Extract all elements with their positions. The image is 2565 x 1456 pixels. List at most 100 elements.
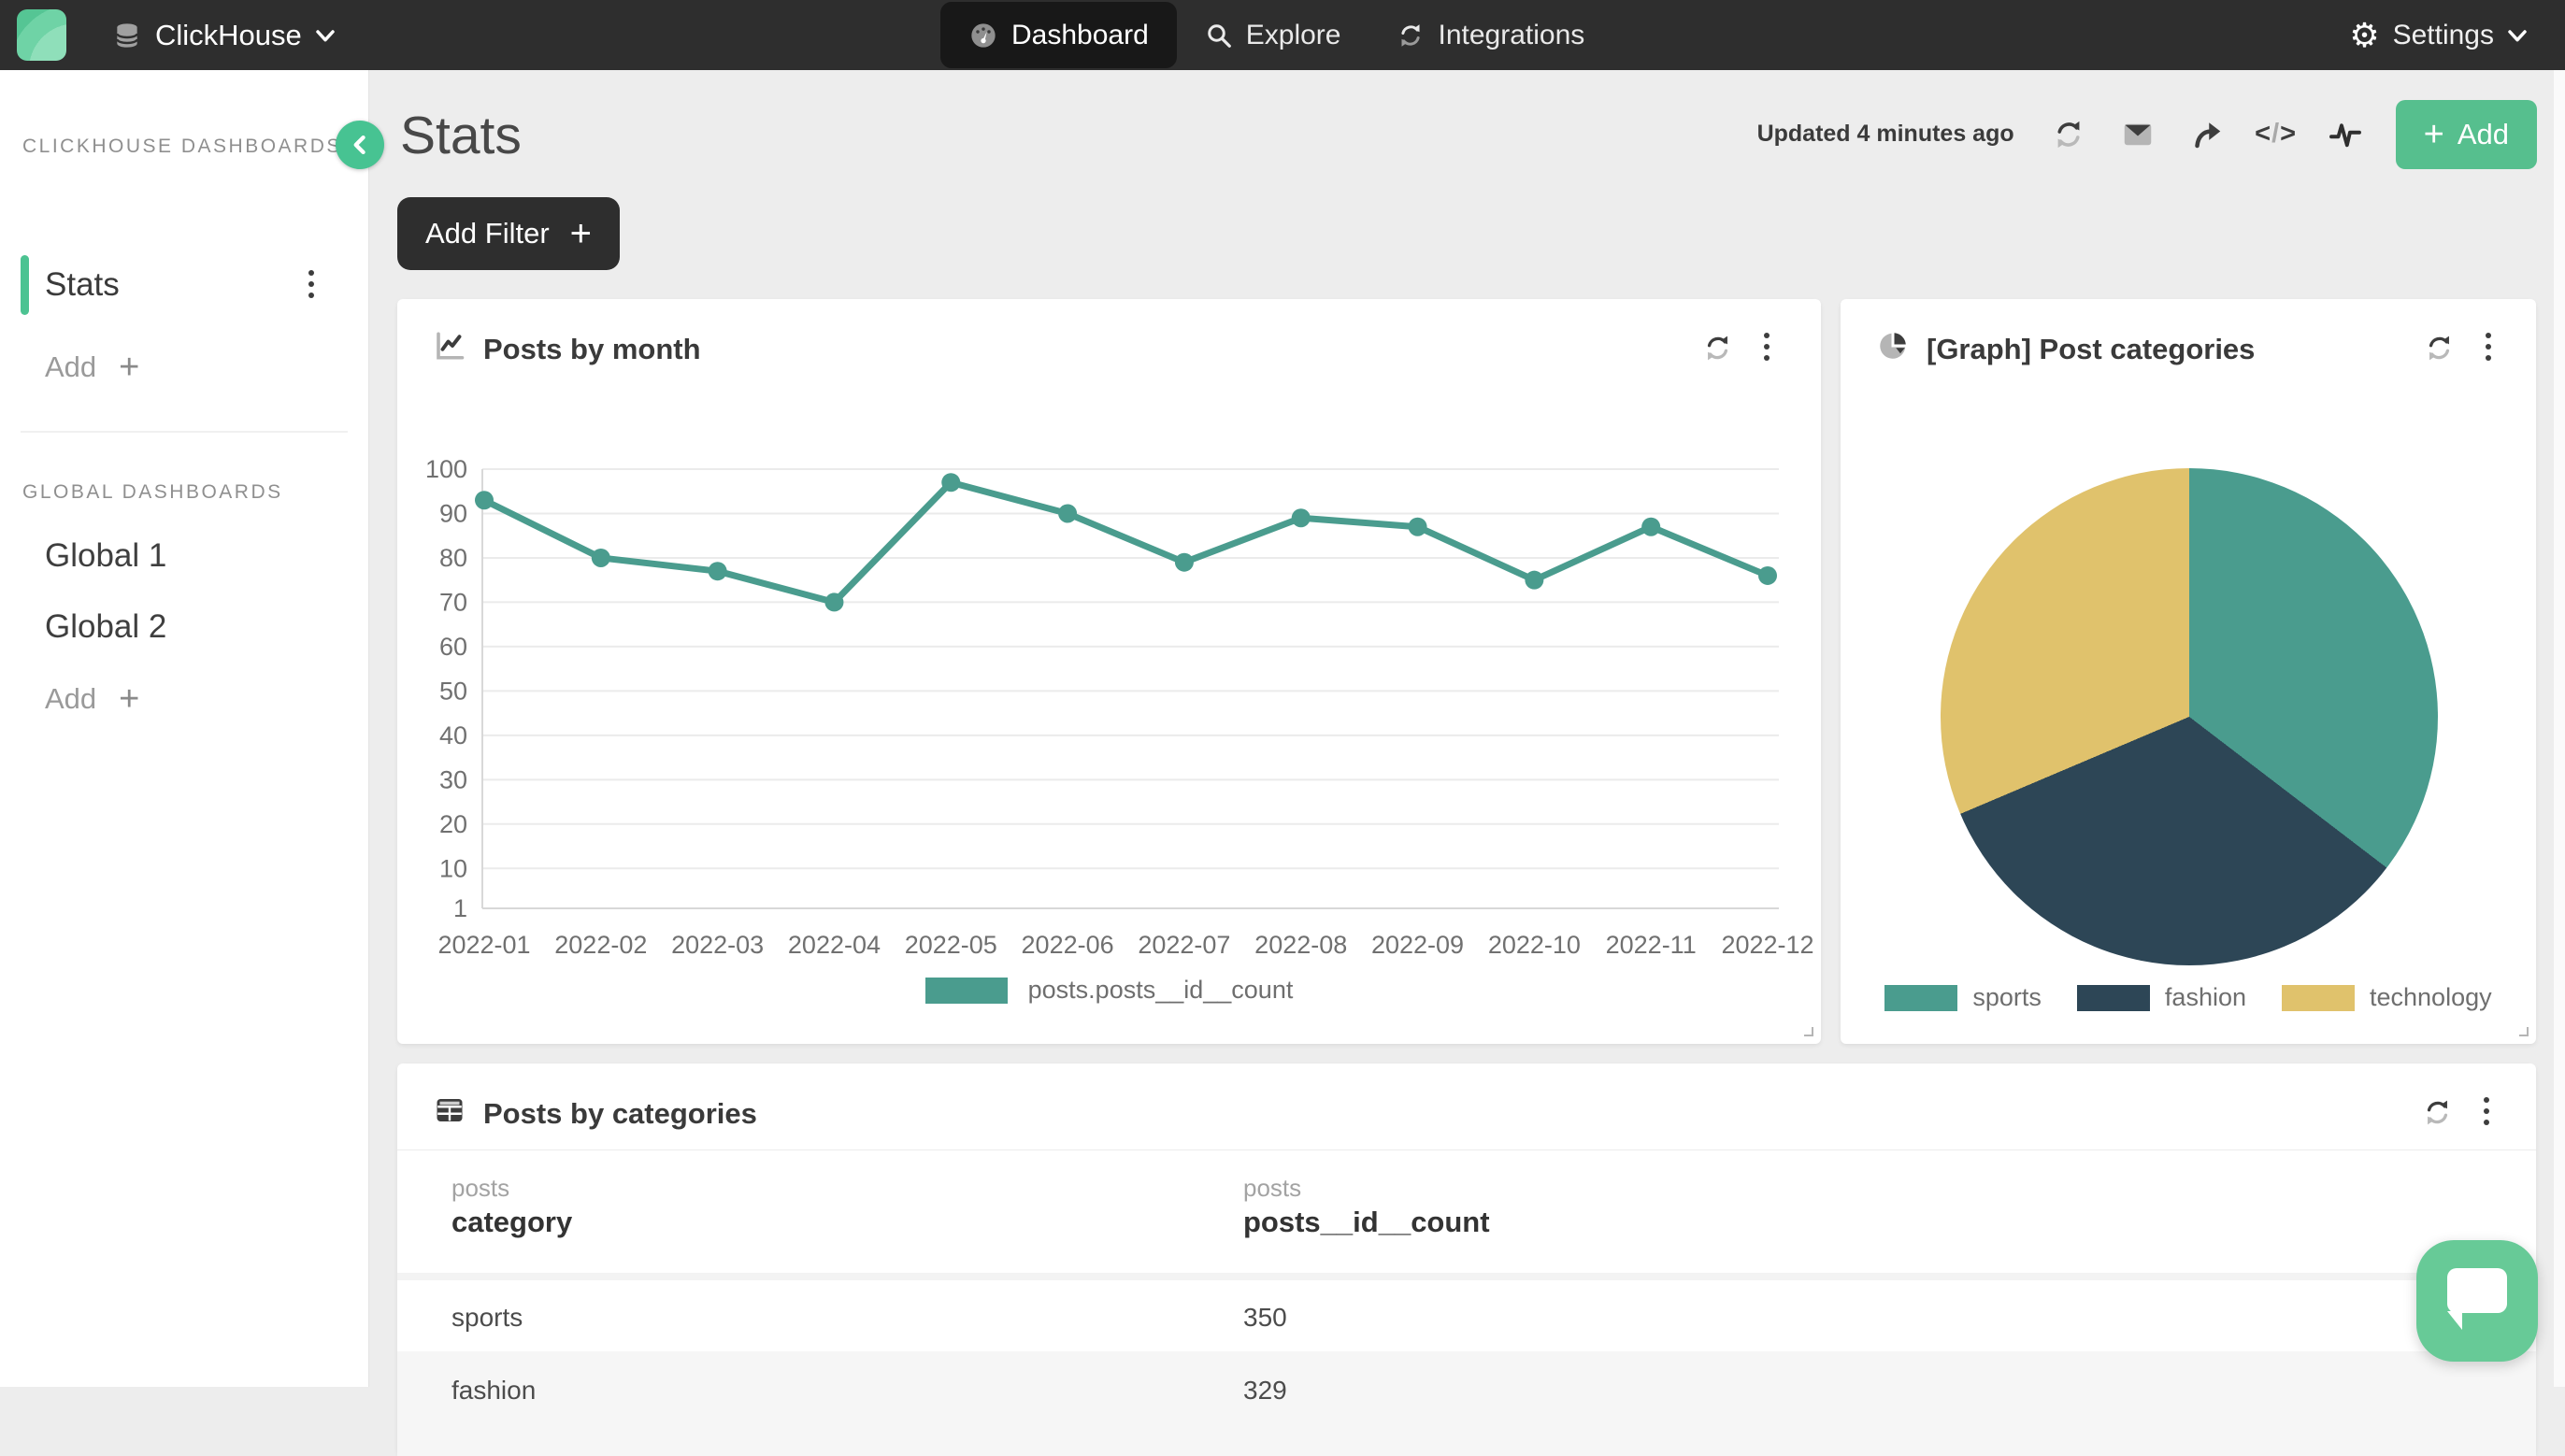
- scrollbar[interactable]: [2554, 70, 2565, 1387]
- top-nav-bar: ClickHouse Dashboard Explore: [0, 0, 2565, 70]
- activity-button[interactable]: [2327, 116, 2364, 153]
- card-kebab-menu[interactable]: [2486, 333, 2491, 361]
- cell-category: fashion: [451, 1376, 536, 1406]
- refresh-button[interactable]: [2050, 116, 2087, 153]
- page-title: Stats: [400, 105, 522, 166]
- pulse-icon: [2329, 118, 2362, 151]
- svg-text:2022-12: 2022-12: [1721, 931, 1813, 959]
- svg-text:50: 50: [439, 677, 467, 705]
- card-refresh-button[interactable]: [2420, 329, 2458, 366]
- plus-icon: +: [570, 218, 592, 250]
- table-icon: [433, 1093, 466, 1127]
- pie-chart-card: [Graph] Post categories sports fashion t…: [1841, 299, 2536, 1044]
- tab-explore[interactable]: Explore: [1177, 2, 1369, 68]
- column-group-label: posts: [1243, 1174, 1301, 1203]
- main-nav-tabs: Dashboard Explore Integrations: [940, 0, 1612, 70]
- svg-text:2022-10: 2022-10: [1488, 931, 1581, 959]
- sidebar-divider: [21, 431, 348, 433]
- sidebar: CLICKHOUSE DASHBOARDS Stats Add + GLOBAL…: [0, 70, 369, 1387]
- svg-text:2022-02: 2022-02: [554, 931, 647, 959]
- chevron-left-icon: [351, 134, 369, 156]
- tab-integrations-label: Integrations: [1438, 20, 1584, 51]
- add-label: Add: [45, 350, 96, 384]
- sidebar-item-global-1[interactable]: Global 1: [45, 537, 166, 575]
- svg-text:2022-05: 2022-05: [905, 931, 997, 959]
- column-group-label: posts: [451, 1174, 509, 1203]
- svg-text:2022-01: 2022-01: [437, 931, 530, 959]
- card-refresh-button[interactable]: [2418, 1093, 2456, 1131]
- share-button[interactable]: [2188, 116, 2226, 153]
- column-header-count[interactable]: posts__id__count: [1243, 1206, 1490, 1239]
- legend-swatch: [2077, 985, 2150, 1011]
- tab-dashboard[interactable]: Dashboard: [940, 2, 1177, 68]
- legend-label: sports: [1972, 983, 2042, 1012]
- updated-timestamp: Updated 4 minutes ago: [1757, 121, 2014, 148]
- refresh-icon: [2052, 118, 2085, 151]
- settings-label: Settings: [2393, 20, 2494, 51]
- svg-text:2022-07: 2022-07: [1138, 931, 1230, 959]
- gear-icon: ⚙: [2349, 19, 2379, 52]
- sync-icon: [1397, 21, 1425, 50]
- line-chart-card: Posts by month 1102030405060708090100202…: [397, 299, 1821, 1044]
- add-global-dashboard-button[interactable]: Add +: [45, 682, 139, 716]
- app-logo[interactable]: [17, 9, 66, 61]
- active-indicator: [21, 255, 29, 315]
- email-report-button[interactable]: [2119, 116, 2157, 153]
- svg-text:2022-11: 2022-11: [1606, 931, 1697, 959]
- sidebar-section-global: GLOBAL DASHBOARDS: [22, 481, 283, 504]
- sidebar-collapse-button[interactable]: [336, 121, 384, 169]
- add-dashboard-button[interactable]: Add +: [45, 350, 139, 384]
- kebab-menu-icon[interactable]: [308, 270, 314, 298]
- refresh-icon: [2424, 333, 2455, 364]
- add-chart-button[interactable]: + Add: [2396, 100, 2537, 169]
- settings-menu[interactable]: ⚙ Settings: [2349, 0, 2528, 70]
- tab-integrations[interactable]: Integrations: [1368, 2, 1612, 68]
- refresh-icon: [2422, 1097, 2453, 1128]
- chat-widget-button[interactable]: [2416, 1240, 2538, 1362]
- add-chart-label: Add: [2458, 118, 2509, 151]
- svg-text:2022-06: 2022-06: [1022, 931, 1114, 959]
- svg-text:40: 40: [439, 721, 467, 749]
- svg-text:1: 1: [453, 894, 467, 922]
- cell-count: 350: [1243, 1303, 1287, 1333]
- legend-swatch: [2282, 985, 2355, 1011]
- chat-bubble-tail: [2447, 1311, 2462, 1330]
- sidebar-item-stats-label: Stats: [45, 266, 120, 304]
- resize-handle-icon[interactable]: [2514, 1021, 2530, 1038]
- table-row[interactable]: sports 350: [397, 1280, 2536, 1351]
- legend-item: technology: [2282, 983, 2492, 1012]
- database-switcher[interactable]: ClickHouse: [112, 0, 336, 70]
- legend-swatch: [925, 978, 1008, 1004]
- chevron-down-icon: [315, 28, 336, 43]
- tab-dashboard-label: Dashboard: [1011, 20, 1149, 51]
- mail-icon: [2121, 118, 2155, 151]
- card-header-divider: [397, 1149, 2536, 1150]
- svg-text:2022-08: 2022-08: [1254, 931, 1347, 959]
- legend-item: sports: [1884, 983, 2042, 1012]
- card-kebab-menu[interactable]: [2484, 1097, 2489, 1125]
- gauge-icon: [968, 21, 998, 50]
- code-icon: </>: [2255, 119, 2297, 150]
- brand-name: ClickHouse: [155, 19, 302, 52]
- legend-swatch: [1884, 985, 1957, 1011]
- table-row[interactable]: fashion 329: [397, 1351, 2536, 1456]
- sidebar-item-stats[interactable]: Stats: [0, 255, 369, 315]
- sidebar-item-global-2[interactable]: Global 2: [45, 608, 166, 646]
- svg-text:100: 100: [425, 455, 467, 483]
- cell-category: sports: [451, 1303, 523, 1333]
- pie-chart-title: [Graph] Post categories: [1927, 333, 2255, 366]
- svg-text:30: 30: [439, 765, 467, 793]
- svg-text:10: 10: [439, 854, 467, 882]
- column-header-category[interactable]: category: [451, 1206, 572, 1239]
- legend-label: technology: [2370, 983, 2492, 1012]
- resize-handle-icon[interactable]: [1798, 1021, 1815, 1038]
- add-filter-label: Add Filter: [425, 217, 550, 250]
- chevron-down-icon: [2507, 28, 2528, 43]
- table-card-title: Posts by categories: [483, 1097, 757, 1131]
- embed-code-button[interactable]: </>: [2257, 116, 2295, 153]
- legend-item: fashion: [2077, 983, 2246, 1012]
- add-label: Add: [45, 682, 96, 716]
- svg-text:2022-03: 2022-03: [671, 931, 764, 959]
- add-filter-button[interactable]: Add Filter +: [397, 197, 620, 270]
- svg-text:2022-09: 2022-09: [1371, 931, 1464, 959]
